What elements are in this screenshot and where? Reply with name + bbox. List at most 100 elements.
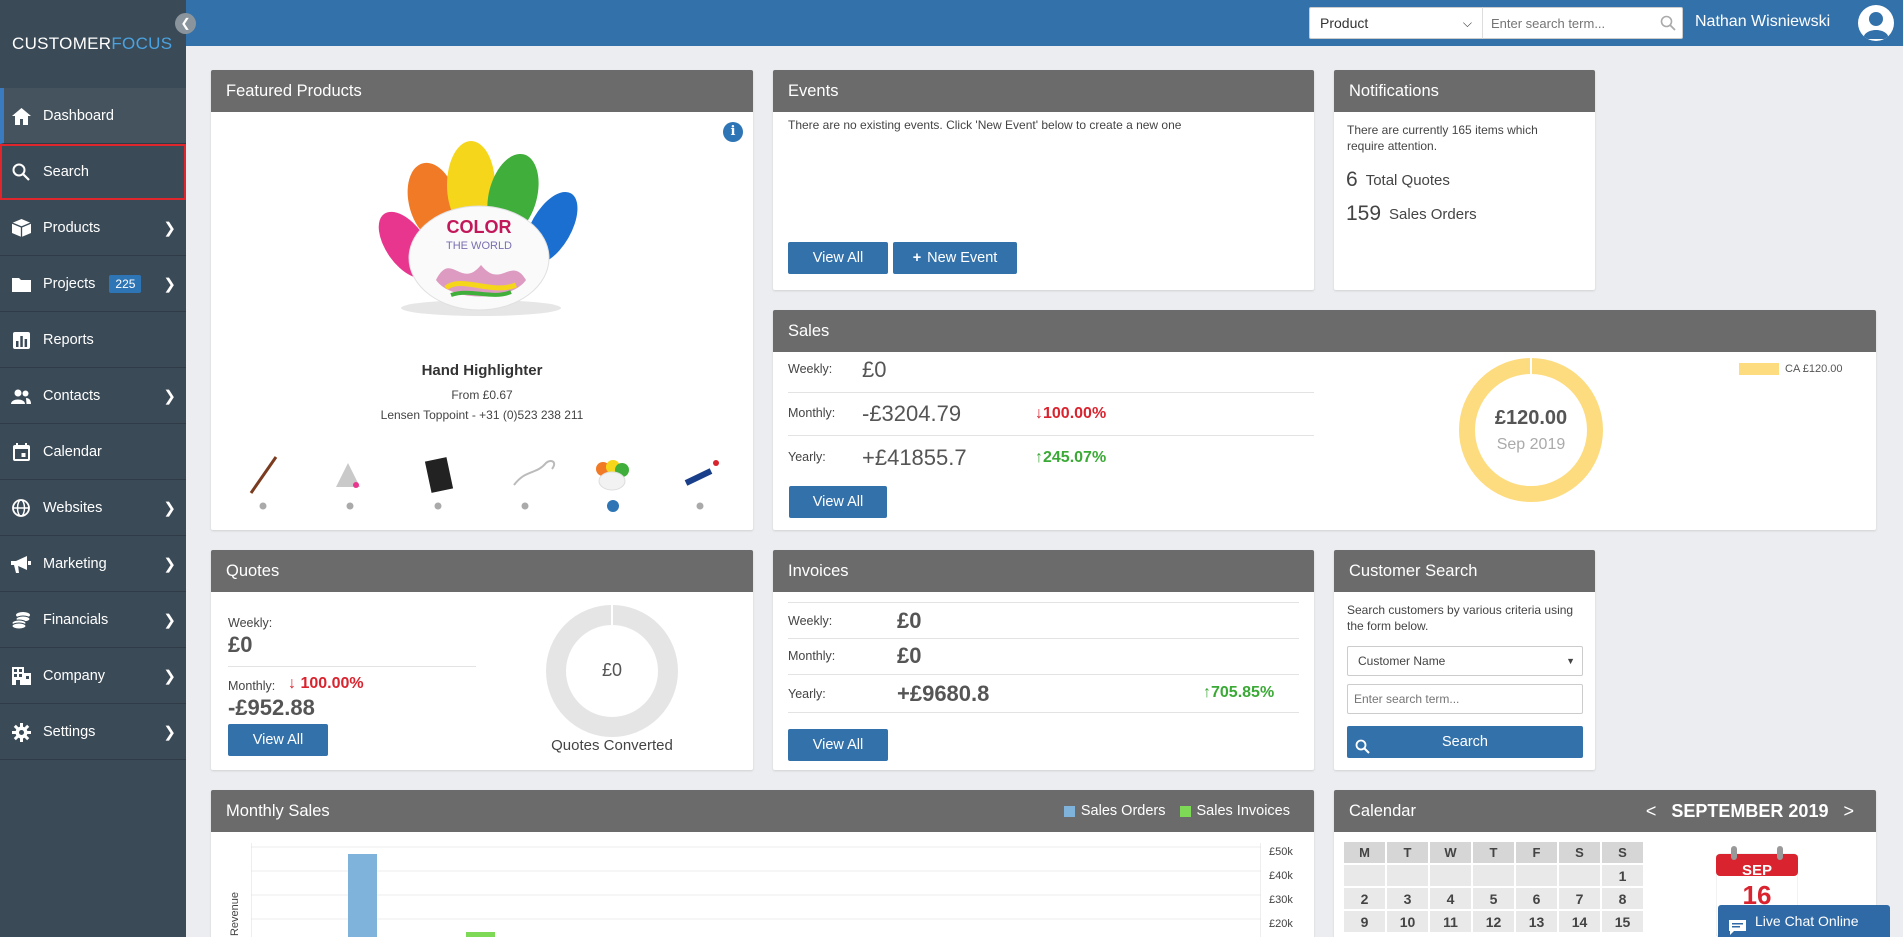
info-icon[interactable]: i <box>723 122 743 142</box>
plus-icon: + <box>912 250 922 266</box>
bar-sales-orders[interactable] <box>348 854 377 937</box>
sidebar-item-search[interactable]: Search <box>0 144 186 200</box>
notification-count: 6 <box>1346 168 1358 191</box>
thumb-lanyard[interactable] <box>684 460 719 486</box>
calendar-day[interactable] <box>1516 865 1557 886</box>
quotes-view-all-button[interactable]: View All <box>228 724 328 756</box>
sidebar-item-label: Contacts <box>43 387 101 404</box>
calendar-day[interactable]: 5 <box>1473 888 1514 909</box>
calendar-day[interactable]: 15 <box>1602 911 1643 932</box>
carousel-dot[interactable] <box>521 502 529 510</box>
quotes-monthly-change: ↓ 100.00% <box>288 675 364 692</box>
new-event-button[interactable]: + New Event <box>893 242 1017 274</box>
product-price: From £0.67 <box>451 388 513 402</box>
button-label: View All <box>812 250 864 266</box>
calendar-day[interactable]: 4 <box>1430 888 1471 909</box>
day-header: M <box>1344 842 1385 863</box>
calendar-day[interactable]: 14 <box>1559 911 1600 932</box>
calendar-day[interactable]: 10 <box>1387 911 1428 932</box>
calendar-day[interactable]: 7 <box>1559 888 1600 909</box>
calendar-day[interactable]: 12 <box>1473 911 1514 932</box>
calendar-day[interactable] <box>1344 865 1385 886</box>
thumb-cable[interactable] <box>513 460 556 486</box>
carousel-dot[interactable] <box>696 502 704 510</box>
sidebar-item-products[interactable]: Products ❯ <box>0 200 186 256</box>
user-name[interactable]: Nathan Wisniewski <box>1695 13 1830 31</box>
calendar-day[interactable] <box>1430 865 1471 886</box>
thumb-triangle[interactable] <box>336 463 360 488</box>
carousel-dot[interactable] <box>346 502 354 510</box>
bar-sales-invoices[interactable] <box>466 932 495 937</box>
sidebar-item-calendar[interactable]: Calendar <box>0 424 186 480</box>
divider <box>788 674 1299 675</box>
calendar-day[interactable]: 11 <box>1430 911 1471 932</box>
calendar-day[interactable]: 1 <box>1602 865 1643 886</box>
sales-view-all-button[interactable]: View All <box>789 486 887 518</box>
thumb-notebook[interactable] <box>424 457 454 493</box>
carousel-dot-active[interactable] <box>607 500 619 512</box>
legend-swatch <box>1739 363 1779 375</box>
prev-month-button[interactable]: < <box>1646 801 1657 821</box>
quotes-weekly-value: £0 <box>228 632 253 657</box>
calendar-day[interactable]: 8 <box>1602 888 1643 909</box>
carousel-dot[interactable] <box>259 502 267 510</box>
customer-criteria-select[interactable]: Customer Name ▼ <box>1347 646 1583 676</box>
calendar-day[interactable] <box>1473 865 1514 886</box>
avatar[interactable] <box>1858 5 1894 41</box>
sidebar-item-marketing[interactable]: Marketing ❯ <box>0 536 186 592</box>
sidebar-item-label: Dashboard <box>43 107 114 124</box>
live-chat-button[interactable]: Live Chat Online <box>1718 905 1890 937</box>
calendar-day[interactable] <box>1559 865 1600 886</box>
notification-item-sales-orders[interactable]: 159 Sales Orders <box>1346 202 1477 226</box>
calendar-day[interactable] <box>1387 865 1428 886</box>
chart-icon <box>11 331 31 349</box>
customer-search-input[interactable] <box>1347 684 1583 714</box>
monthly-sales-legend: Sales Orders Sales Invoices <box>1063 790 1291 832</box>
carousel-dot[interactable] <box>434 502 442 510</box>
quotes-donut-chart[interactable]: £0 <box>545 604 679 738</box>
collapse-sidebar-button[interactable]: ❮ <box>175 13 196 34</box>
legend-label-orders[interactable]: Sales Orders <box>1081 790 1166 832</box>
sidebar-item-projects[interactable]: Projects 225 ❯ <box>0 256 186 312</box>
invoices-view-all-button[interactable]: View All <box>788 729 888 761</box>
calendar-icon <box>11 443 31 461</box>
chevron-right-icon: ❯ <box>163 556 176 573</box>
calendar-month-label: SEPTEMBER 2019 <box>1671 801 1829 821</box>
sidebar-item-websites[interactable]: Websites ❯ <box>0 480 186 536</box>
search-icon[interactable] <box>1660 15 1676 34</box>
next-month-button[interactable]: > <box>1843 801 1854 821</box>
customer-search-button[interactable]: Search <box>1347 726 1583 758</box>
calendar-day[interactable]: 2 <box>1344 888 1385 909</box>
arrow-up-icon: ↑ <box>1203 684 1211 701</box>
calendar-month-nav: < SEPTEMBER 2019 > <box>1646 790 1854 832</box>
sidebar-item-dashboard[interactable]: Dashboard <box>0 88 186 144</box>
projects-count-badge: 225 <box>109 274 142 293</box>
calendar-day[interactable]: 6 <box>1516 888 1557 909</box>
legend-swatch-invoices <box>1179 805 1191 817</box>
legend-swatch-orders <box>1063 805 1075 817</box>
app-logo[interactable]: CUSTOMERFOCUS <box>12 34 172 54</box>
sales-donut-chart[interactable]: £120.00 Sep 2019 <box>1456 355 1606 505</box>
sidebar-item-contacts[interactable]: Contacts ❯ <box>0 368 186 424</box>
sidebar-item-company[interactable]: Company ❯ <box>0 648 186 704</box>
thumb-highlighter[interactable] <box>596 460 629 491</box>
events-view-all-button[interactable]: View All <box>788 242 888 274</box>
global-search-input[interactable] <box>1482 7 1683 39</box>
calendar-day[interactable]: 3 <box>1387 888 1428 909</box>
calendar-day[interactable]: 9 <box>1344 911 1385 932</box>
thumb-pen[interactable] <box>249 456 278 494</box>
search-type-select[interactable]: Product ⌵ <box>1309 7 1483 39</box>
sidebar-item-settings[interactable]: Settings ❯ <box>0 704 186 760</box>
calendar-day[interactable]: 13 <box>1516 911 1557 932</box>
quotes-monthly-value: -£952.88 <box>228 695 315 720</box>
invoices-panel: Invoices Weekly: £0 Monthly: £0 Yearly: … <box>773 550 1314 770</box>
featured-product-image[interactable]: COLOR THE WORLD <box>361 130 601 330</box>
notification-item-quotes[interactable]: 6 Total Quotes <box>1346 168 1450 192</box>
events-panel: Events There are no existing events. Cli… <box>773 70 1314 290</box>
sidebar-item-financials[interactable]: Financials ❯ <box>0 592 186 648</box>
sidebar-item-reports[interactable]: Reports <box>0 312 186 368</box>
featured-products-panel: Featured Products i COLOR THE WORLD Hand… <box>211 70 753 530</box>
product-name[interactable]: Hand Highlighter <box>211 362 753 379</box>
legend-label-invoices[interactable]: Sales Invoices <box>1197 790 1291 832</box>
quotes-monthly-label: Monthly: <box>228 679 276 693</box>
